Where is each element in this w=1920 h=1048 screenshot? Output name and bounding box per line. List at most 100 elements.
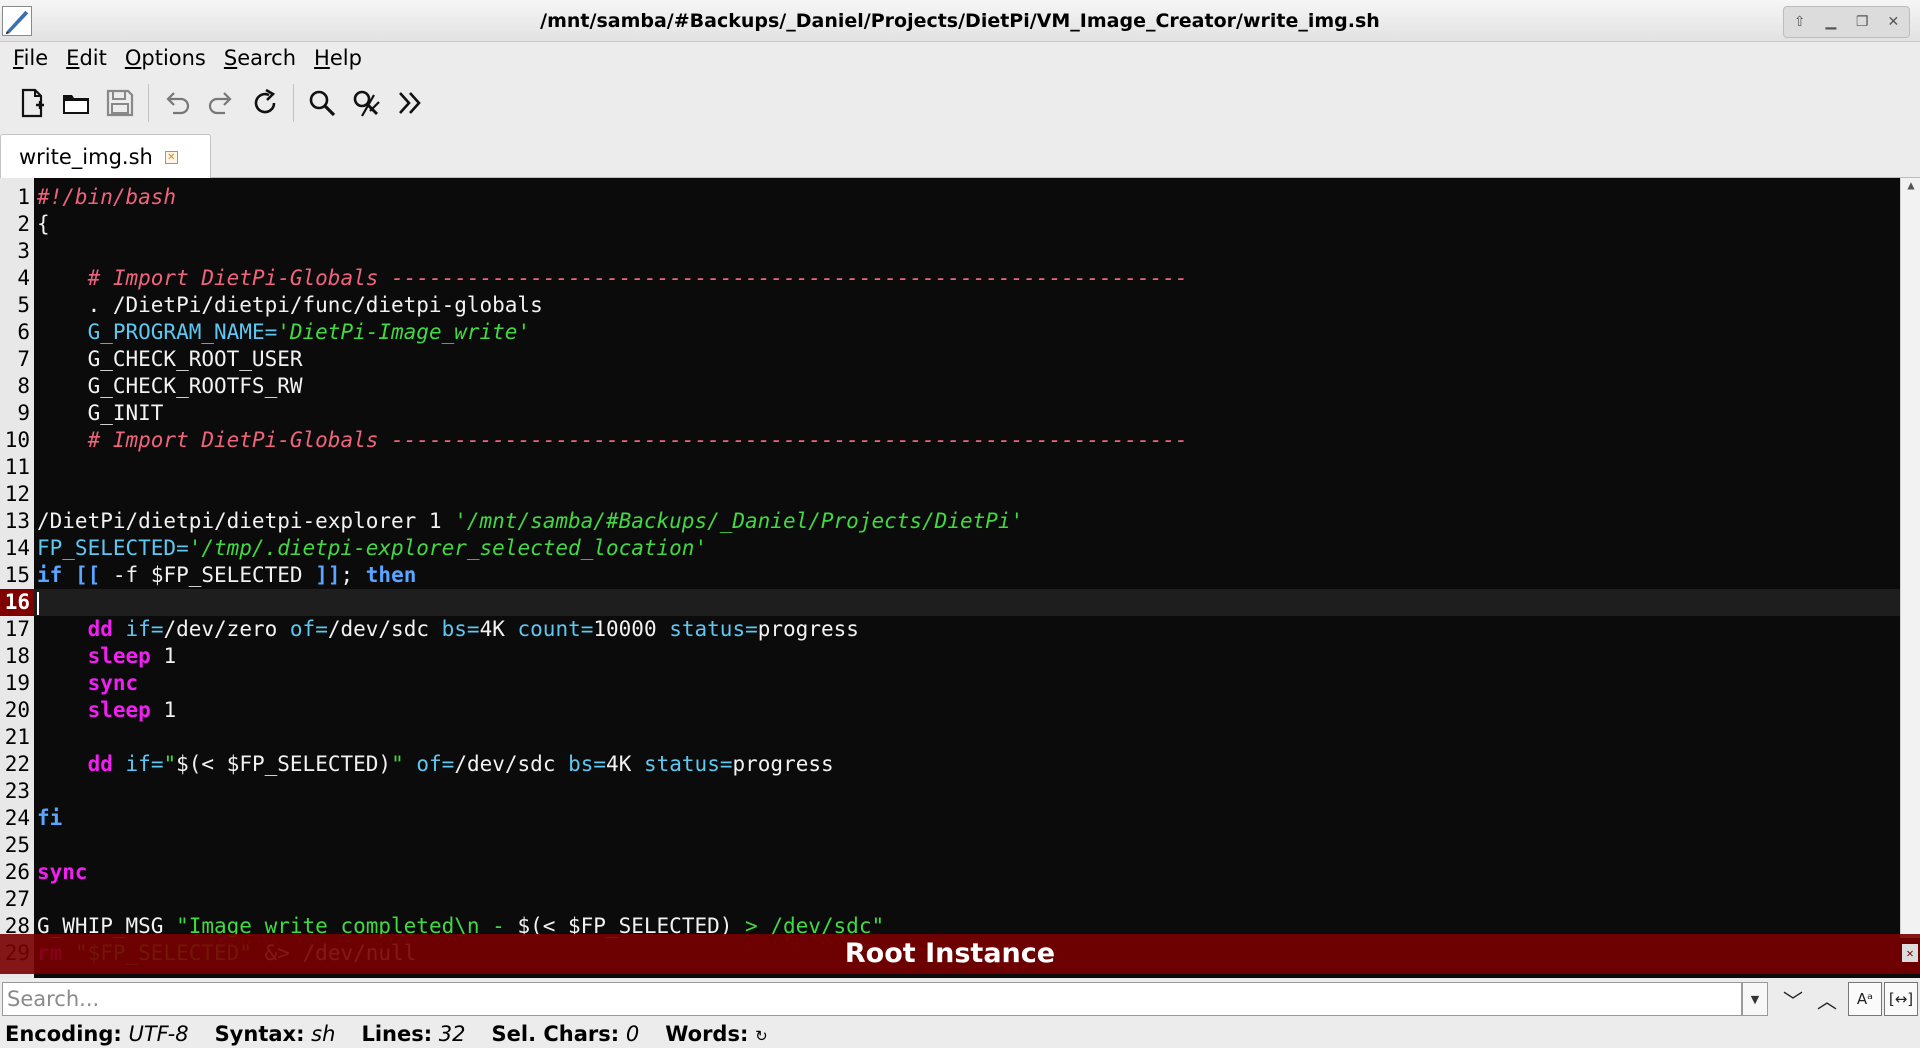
line-number: 19 — [4, 671, 30, 695]
line-code: dd if=/dev/zero of=/dev/sdc bs=4K count=… — [87, 617, 859, 641]
status-words: Words: ↻ — [665, 1022, 768, 1046]
code-line[interactable]: 1 #!/bin/bash — [0, 184, 1900, 211]
vertical-scrollbar[interactable]: ▲ — [1900, 178, 1920, 938]
code-line[interactable]: 13/DietPi/dietpi/dietpi-explorer 1 '/mnt… — [0, 508, 1900, 535]
code-line[interactable]: 21 — [0, 724, 1900, 751]
menu-help[interactable]: Help — [314, 46, 362, 70]
code-line[interactable]: 18 sleep 1 — [0, 643, 1900, 670]
banner-text: Root Instance — [844, 938, 1056, 969]
restore-icon[interactable]: ❐ — [1847, 7, 1878, 37]
code-line[interactable]: 3 — [0, 238, 1900, 265]
line-number: 22 — [4, 752, 30, 776]
code-line[interactable]: 19 sync — [0, 670, 1900, 697]
status-encoding: Encoding: UTF-8 — [5, 1022, 189, 1046]
tab-bar: write_img.sh ✕ — [0, 130, 1920, 179]
line-code: G_INIT — [37, 401, 164, 425]
code-line[interactable]: 2{ — [0, 211, 1900, 238]
line-code: if [[ -f $FP_SELECTED ]]; then — [37, 563, 417, 587]
line-code: # Import DietPi-Globals ----------------… — [87, 266, 1188, 290]
line-code: fi — [37, 806, 63, 830]
close-icon[interactable]: ✕ — [1878, 7, 1909, 37]
find-next-icon[interactable]: ﹀ — [1776, 982, 1810, 1016]
line-number: 8 — [17, 374, 30, 398]
line-number: 13 — [4, 509, 30, 533]
line-number: 4 — [17, 266, 30, 290]
code-line[interactable]: 25 — [0, 832, 1900, 859]
code-editor[interactable]: 1 #!/bin/bash 2{3 4 # Import DietPi-Globals… — [0, 178, 1920, 978]
status-sel-chars: Sel. Chars: 0 — [491, 1022, 640, 1046]
status-syntax: Syntax: sh — [214, 1022, 336, 1046]
line-code: G_PROGRAM_NAME='DietPi-Image_write' — [87, 320, 531, 344]
search-history-dropdown[interactable]: ▼ — [1742, 982, 1768, 1016]
code-line[interactable]: 27 — [0, 886, 1900, 913]
line-number: 9 — [17, 401, 30, 425]
line-number: 23 — [4, 779, 30, 803]
line-code: # Import DietPi-Globals ----------------… — [87, 428, 1188, 452]
window-controls: ⇧ ▁ ❐ ✕ — [1783, 6, 1910, 38]
code-line[interactable]: 22 dd if="$(< $FP_SELECTED)" of=/dev/sdc… — [0, 751, 1900, 778]
line-number: 3 — [17, 239, 30, 263]
code-line[interactable]: 23 — [0, 778, 1900, 805]
line-number: 11 — [4, 455, 30, 479]
menu-file[interactable]: File — [13, 46, 48, 70]
code-line[interactable]: 11 — [0, 454, 1900, 481]
tab-label: write_img.sh — [19, 145, 153, 169]
line-number: 10 — [4, 428, 30, 452]
code-line[interactable]: 16 — [0, 589, 1900, 616]
line-number: 7 — [17, 347, 30, 371]
scroll-up-icon[interactable]: ▲ — [1901, 178, 1920, 198]
find-icon[interactable] — [300, 81, 344, 125]
save-icon[interactable] — [98, 81, 142, 125]
reload-icon[interactable] — [243, 81, 287, 125]
line-number: 24 — [4, 806, 30, 830]
code-line[interactable]: 12 — [0, 481, 1900, 508]
code-line[interactable]: 14 FP_SELECTED='/tmp/.dietpi-explorer_sel… — [0, 535, 1900, 562]
line-number: 2 — [17, 212, 30, 236]
line-code: dd if="$(< $FP_SELECTED)" of=/dev/sdc bs… — [87, 752, 834, 776]
tab-write-img[interactable]: write_img.sh ✕ — [0, 134, 211, 179]
code-line[interactable]: 9 G_INIT — [0, 400, 1900, 427]
goto-icon[interactable] — [388, 81, 432, 125]
find-replace-icon[interactable] — [344, 81, 388, 125]
close-tab-icon[interactable]: ✕ — [164, 150, 178, 164]
code-line[interactable]: 17 dd if=/dev/zero of=/dev/sdc bs=4K cou… — [0, 616, 1900, 643]
menu-search[interactable]: Search — [224, 46, 296, 70]
code-line[interactable]: 20 sleep 1 — [0, 697, 1900, 724]
line-code: FP_SELECTED='/tmp/.dietpi-explorer_selec… — [37, 536, 708, 560]
line-code: . /DietPi/dietpi/func/dietpi-globals — [37, 293, 543, 317]
search-bar: ▼ ﹀ ︿ Aᵃ [↔] — [0, 978, 1920, 1020]
menu-edit[interactable]: Edit — [66, 46, 107, 70]
whole-word-icon[interactable]: [↔] — [1884, 982, 1918, 1016]
root-instance-banner: Root Instance ✕ — [0, 934, 1920, 974]
code-line[interactable]: 15 if [[ -f $FP_SELECTED ]]; then — [0, 562, 1900, 589]
banner-close-icon[interactable]: ✕ — [1902, 944, 1918, 962]
redo-icon[interactable] — [199, 81, 243, 125]
code-line[interactable]: 5 . /DietPi/dietpi/func/dietpi-globals — [0, 292, 1900, 319]
status-bar: Encoding: UTF-8 Syntax: sh Lines: 32 Sel… — [0, 1020, 1920, 1048]
open-folder-icon[interactable] — [54, 81, 98, 125]
code-line[interactable]: 10 # Import DietPi-Globals -------------… — [0, 427, 1900, 454]
line-number: 26 — [4, 860, 30, 884]
line-code: sleep 1 — [87, 644, 177, 668]
code-line[interactable]: 26 sync — [0, 859, 1900, 886]
menu-bar: File Edit Options Search Help — [0, 42, 1920, 74]
title-bar: /mnt/samba/#Backups/_Daniel/Projects/Die… — [0, 0, 1920, 42]
up-icon[interactable]: ⇧ — [1784, 7, 1815, 37]
menu-options[interactable]: Options — [125, 46, 206, 70]
refresh-icon[interactable]: ↻ — [755, 1027, 768, 1045]
code-line[interactable]: 4 # Import DietPi-Globals --------------… — [0, 265, 1900, 292]
new-file-icon[interactable] — [10, 81, 54, 125]
minimize-icon[interactable]: ▁ — [1815, 7, 1846, 37]
code-line[interactable]: 6 G_PROGRAM_NAME='DietPi-Image_write' — [0, 319, 1900, 346]
code-line[interactable]: 7 G_CHECK_ROOT_USER — [0, 346, 1900, 373]
search-input[interactable] — [2, 982, 1742, 1016]
code-line[interactable]: 24 fi — [0, 805, 1900, 832]
undo-icon[interactable] — [155, 81, 199, 125]
match-case-icon[interactable]: Aᵃ — [1848, 982, 1882, 1016]
line-number: 16 — [0, 589, 34, 616]
line-number: 21 — [4, 725, 30, 749]
find-previous-icon[interactable]: ︿ — [1810, 982, 1844, 1016]
line-number: 6 — [17, 320, 30, 344]
code-line[interactable]: 8 G_CHECK_ROOTFS_RW — [0, 373, 1900, 400]
toolbar-separator — [148, 84, 149, 122]
